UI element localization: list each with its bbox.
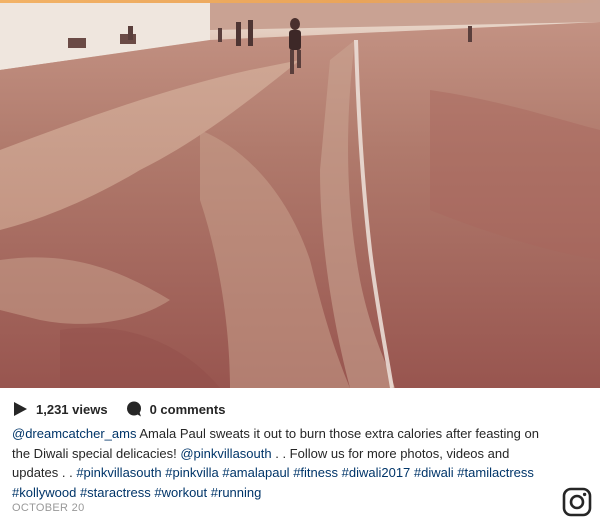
hashtag-link[interactable]: #amalapaul [222,465,289,480]
instagram-embed: 1,231 views 0 comments @dreamcatcher_ams… [0,0,600,525]
hashtag-link[interactable]: #pinkvilla [165,465,218,480]
hashtag-link[interactable]: #pinkvillasouth [76,465,161,480]
hashtag-link[interactable]: #diwali2017 [342,465,411,480]
hashtag-link[interactable]: #tamilactress [457,465,534,480]
comment-bubble-icon [126,401,142,417]
hashtag-link[interactable]: #fitness [293,465,338,480]
video-frame [0,0,600,388]
video-player[interactable] [0,0,600,388]
hashtag-link[interactable]: #running [211,485,262,500]
mention-link[interactable]: @pinkvillasouth [180,446,271,461]
author-link[interactable]: @dreamcatcher_ams [12,426,136,441]
video-top-accent [0,0,600,3]
stats-row: 1,231 views 0 comments [12,399,225,419]
instagram-icon[interactable] [562,487,592,517]
hashtag-link[interactable]: #kollywood [12,485,76,500]
views-stat[interactable]: 1,231 views [12,401,108,417]
comments-stat[interactable]: 0 comments [126,401,226,417]
views-count: 1,231 views [36,401,108,417]
hashtag-link[interactable]: #workout [154,485,207,500]
comments-count: 0 comments [149,401,226,417]
hashtag-link[interactable]: #diwali [414,465,454,480]
play-icon [12,401,28,417]
hashtag-link[interactable]: #staractress [80,485,151,500]
post-caption: @dreamcatcher_ams Amala Paul sweats it o… [12,424,552,502]
post-date[interactable]: OCTOBER 20 [12,502,85,514]
